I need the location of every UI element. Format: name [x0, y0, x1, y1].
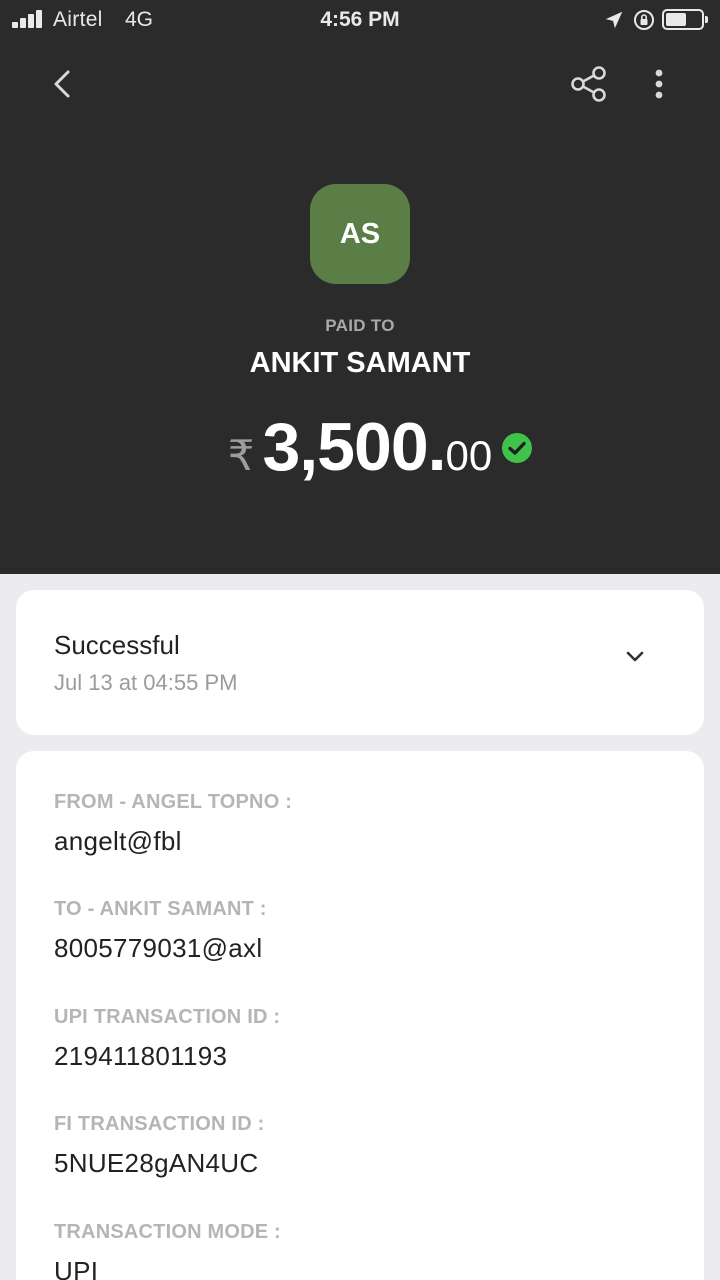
- detail-value: 219411801193: [54, 1041, 228, 1071]
- detail-label: TO - ANKIT SAMANT :: [54, 898, 267, 920]
- transaction-status-card[interactable]: Successful Jul 13 at 04:55 PM: [16, 590, 704, 735]
- back-button[interactable]: [40, 62, 84, 106]
- rupee-symbol: ₹: [227, 432, 255, 479]
- amount: ₹ 3,500. 00: [0, 408, 720, 486]
- detail-label: UPI TRANSACTION ID :: [54, 1006, 281, 1028]
- detail-upi-transaction-id: UPI TRANSACTION ID : 219411801193: [54, 1006, 674, 1072]
- more-options-button[interactable]: [640, 62, 678, 108]
- detail-label: FROM - ANGEL TOPNO :: [54, 791, 293, 813]
- detail-value: 8005779031@axl: [54, 933, 263, 963]
- amount-decimal: 00: [445, 432, 493, 479]
- transaction-status: Successful: [54, 630, 180, 660]
- detail-label: TRANSACTION MODE :: [54, 1221, 281, 1243]
- status-bar: Airtel 4G 4:56 PM: [0, 0, 720, 40]
- paid-to-label: PAID TO: [325, 316, 395, 335]
- transaction-details-card: FROM - ANGEL TOPNO : angelt@fbl TO - ANK…: [16, 751, 704, 1280]
- check-circle-icon: [502, 433, 532, 463]
- detail-from: FROM - ANGEL TOPNO : angelt@fbl: [54, 791, 674, 857]
- detail-label: FI TRANSACTION ID :: [54, 1113, 265, 1135]
- rotation-lock-icon: [634, 10, 654, 30]
- battery-icon: [662, 9, 708, 30]
- detail-value: UPI: [54, 1256, 99, 1280]
- amount-whole: 3,500.: [262, 409, 446, 485]
- location-arrow-icon: [605, 11, 623, 29]
- transaction-header: Airtel 4G 4:56 PM AS PAID TO ANKIT SAMAN…: [0, 0, 720, 574]
- detail-fi-transaction-id: FI TRANSACTION ID : 5NUE28gAN4UC: [54, 1113, 674, 1179]
- payee-name: ANKIT SAMANT: [249, 347, 471, 379]
- detail-value: angelt@fbl: [54, 826, 182, 856]
- detail-value: 5NUE28gAN4UC: [54, 1148, 259, 1178]
- detail-to: TO - ANKIT SAMANT : 8005779031@axl: [54, 898, 674, 964]
- detail-transaction-mode: TRANSACTION MODE : UPI: [54, 1221, 674, 1280]
- share-button[interactable]: [566, 62, 612, 108]
- transaction-timestamp: Jul 13 at 04:55 PM: [54, 670, 238, 695]
- chevron-down-icon[interactable]: [620, 642, 650, 672]
- payee-avatar: AS: [310, 184, 410, 284]
